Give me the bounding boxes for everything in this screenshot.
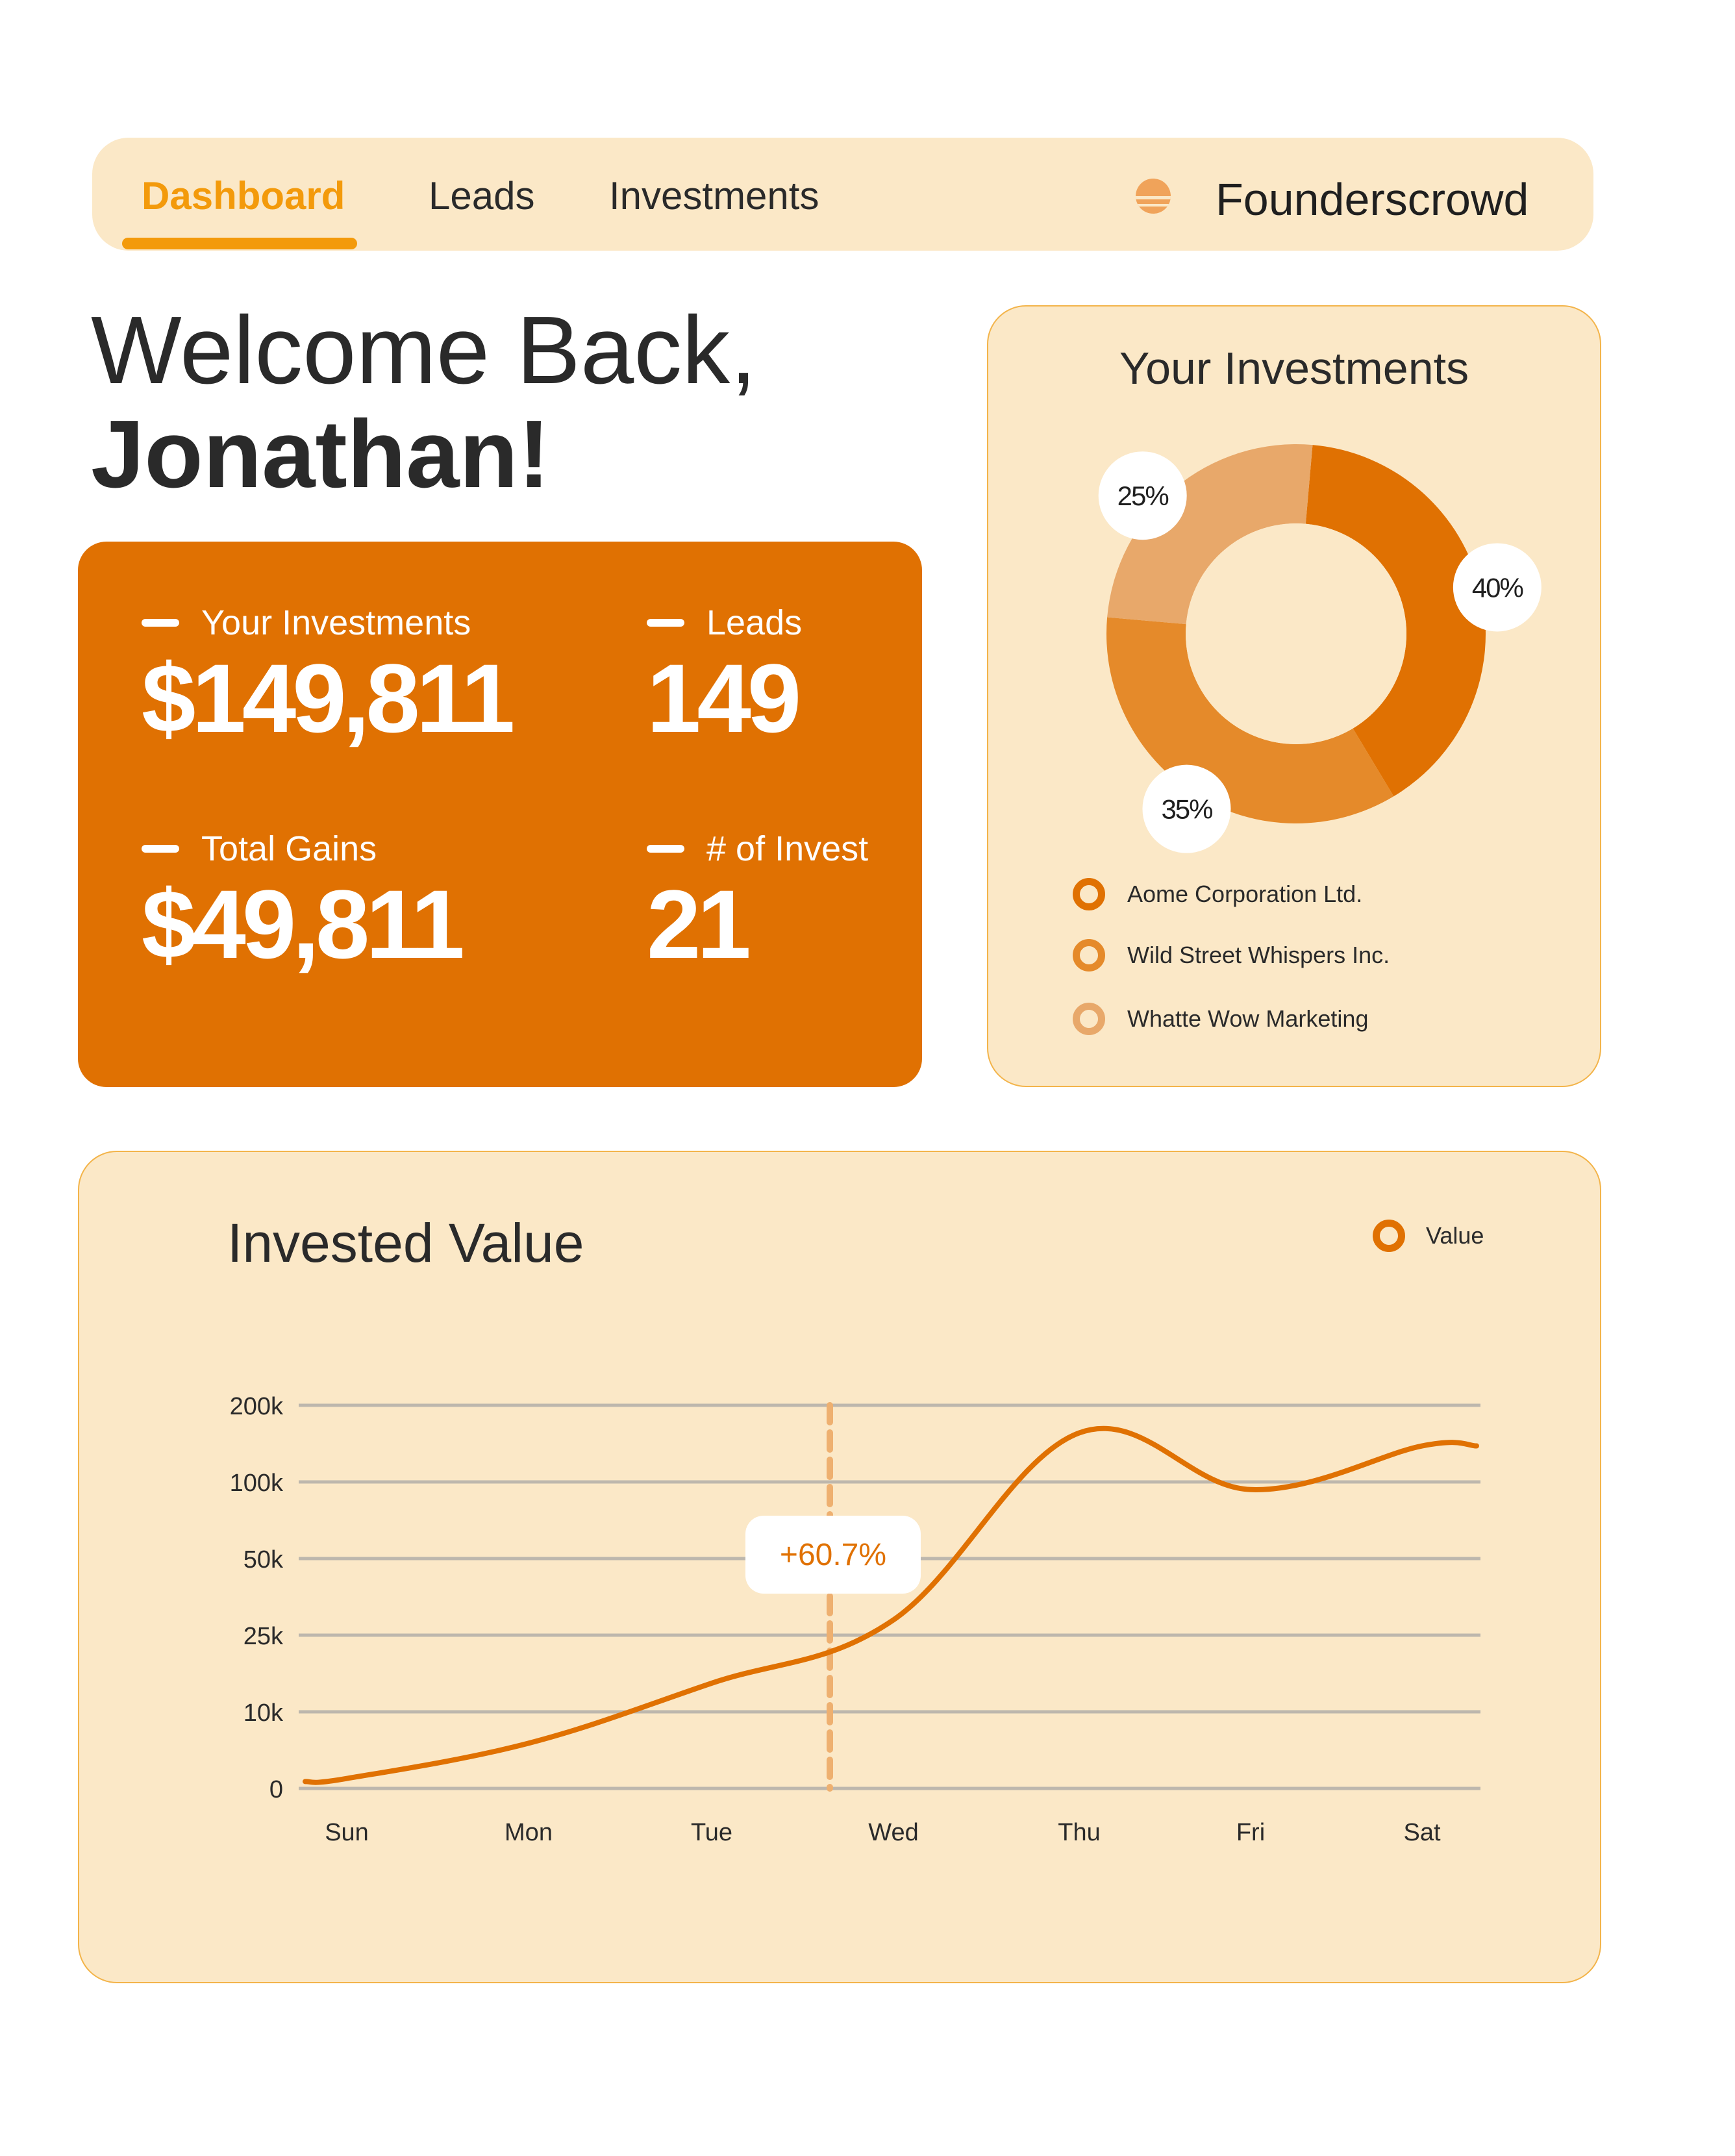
donut-hole bbox=[1186, 523, 1406, 744]
legend-label: Wild Street Whispers Inc. bbox=[1127, 942, 1390, 968]
y-tick-label: 100k bbox=[230, 1470, 284, 1497]
stat-leads: Leads 149 bbox=[647, 600, 802, 753]
stat-num-invest: # of Invest 21 bbox=[647, 826, 868, 979]
y-tick-label: 0 bbox=[269, 1776, 283, 1803]
user-name-heading: Jonathan! bbox=[91, 401, 551, 508]
tab-dashboard[interactable]: Dashboard bbox=[142, 170, 345, 222]
invested-value-line-chart: 0 10k 25k 50k 100k 200k Sun Mon Tue Wed Thu Fri Sat +… bbox=[230, 1393, 1480, 1846]
tab-investments[interactable]: Investments bbox=[609, 170, 819, 222]
x-tick-label: Tue bbox=[691, 1819, 732, 1846]
svg-text:+60.7%: +60.7% bbox=[780, 1538, 886, 1572]
top-nav: Dashboard Leads Investments Founderscrow… bbox=[92, 138, 1593, 251]
dash-icon bbox=[647, 619, 684, 627]
stats-card: Your Investments $149,811 Leads 149 Tota… bbox=[78, 542, 922, 1087]
dash-icon bbox=[142, 619, 179, 627]
legend-item: Aome Corporation Ltd. bbox=[1073, 878, 1362, 910]
stat-value: $49,811 bbox=[142, 870, 465, 979]
stat-label: Total Gains bbox=[201, 829, 377, 868]
x-tick-label: Sun bbox=[325, 1819, 369, 1846]
x-tick-label: Sat bbox=[1403, 1819, 1440, 1846]
svg-text:40%: 40% bbox=[1472, 572, 1523, 603]
dash-icon bbox=[647, 845, 684, 853]
svg-text:25%: 25% bbox=[1117, 481, 1169, 511]
legend-dot-icon bbox=[1073, 878, 1105, 910]
y-tick-label: 10k bbox=[243, 1699, 284, 1727]
stat-value: 21 bbox=[647, 870, 751, 979]
stat-your-investments: Your Investments $149,811 bbox=[142, 600, 515, 753]
stat-label: Leads bbox=[706, 603, 803, 642]
legend-dot-icon bbox=[1073, 1003, 1105, 1035]
legend-label: Aome Corporation Ltd. bbox=[1127, 881, 1363, 907]
stat-label: Your Investments bbox=[201, 603, 471, 642]
stat-value: 149 bbox=[647, 644, 801, 753]
x-tick-label: Mon bbox=[505, 1819, 553, 1846]
sunset-logo-icon bbox=[1136, 179, 1171, 214]
brand-name: Founderscrowd bbox=[1216, 174, 1529, 225]
investments-card: Your Investments 40% 35% 25% Aome Corporat… bbox=[987, 305, 1601, 1087]
y-tick-label: 50k bbox=[243, 1546, 284, 1573]
x-tick-label: Wed bbox=[868, 1819, 918, 1846]
donut-label: 25% bbox=[1098, 451, 1187, 540]
active-tab-indicator bbox=[122, 238, 357, 249]
legend-item: Wild Street Whispers Inc. bbox=[1073, 939, 1390, 971]
stat-total-gains: Total Gains $49,811 bbox=[142, 826, 465, 979]
legend-item: Whatte Wow Marketing bbox=[1073, 1003, 1368, 1035]
legend-dot-icon bbox=[1073, 939, 1105, 971]
change-annotation: +60.7% bbox=[745, 1516, 921, 1594]
y-tick-label: 200k bbox=[230, 1393, 284, 1420]
x-tick-label: Thu bbox=[1058, 1819, 1100, 1846]
dash-icon bbox=[142, 845, 179, 853]
svg-text:35%: 35% bbox=[1161, 794, 1212, 825]
y-tick-label: 25k bbox=[243, 1623, 284, 1650]
donut-label: 35% bbox=[1142, 764, 1231, 853]
stat-label: # of Invest bbox=[706, 829, 869, 868]
x-tick-label: Fri bbox=[1236, 1819, 1265, 1846]
welcome-heading: Welcome Back, bbox=[91, 297, 757, 404]
legend-label: Whatte Wow Marketing bbox=[1127, 1005, 1369, 1032]
donut-label: 40% bbox=[1453, 543, 1542, 632]
tab-leads[interactable]: Leads bbox=[429, 170, 534, 222]
invested-value-card: Invested Value Value 0 10k 25k 50k 100k 200k S… bbox=[78, 1151, 1601, 1983]
stat-value: $149,811 bbox=[142, 644, 515, 753]
